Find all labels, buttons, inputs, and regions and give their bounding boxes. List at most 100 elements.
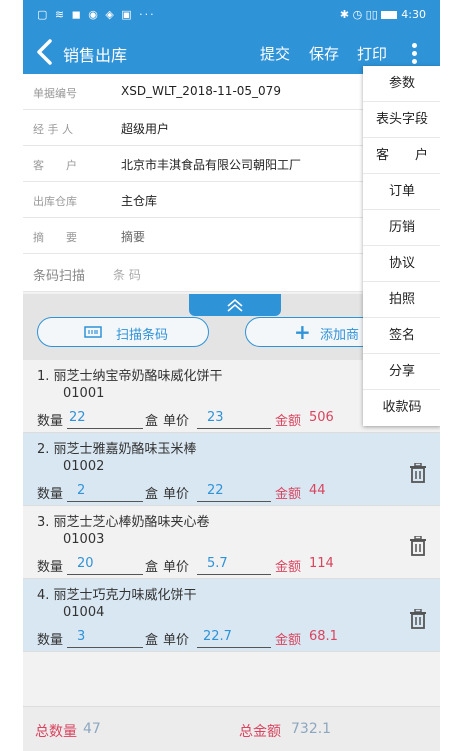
list-item[interactable]: 3. 丽芝士芝心棒奶酪味夹心卷 01003 数量 20 盒 单价 5.7 金额 … [23,506,440,579]
menu-item-header-fields[interactable]: 表头字段 [363,102,440,138]
back-arrow-icon[interactable] [33,38,57,66]
field-label: 单据编号 [33,87,77,100]
amount-label: 金额 [275,560,302,575]
qty-underline [67,574,143,575]
qty-label: 数量 [37,414,64,429]
add-product-label: 添加商 [320,328,360,343]
plus-icon: + [294,320,311,344]
qty-underline [67,501,143,502]
summary-input[interactable]: 摘要 [121,228,145,245]
list-item[interactable]: 2. 丽芝士雅嘉奶酪味玉米棒 01002 数量 2 盒 单价 22 金额 44 [23,433,440,506]
menu-item-customer[interactable]: 客 户 [363,138,440,174]
list-item[interactable]: 4. 丽芝士巧克力味威化饼干 01004 数量 3 盒 单价 22.7 金额 6… [23,579,440,652]
menu-item-params[interactable]: 参数 [363,66,440,102]
overflow-menu: 参数 表头字段 客 户 订单 历销 协议 拍照 签名 分享 收款码 [363,66,440,426]
amount-label: 金额 [275,414,302,429]
totals-bar: 总数量 47 总金额 732.1 [23,706,440,751]
qty-input[interactable]: 3 [77,629,85,644]
collapse-toggle[interactable] [189,294,281,316]
amount-value: 114 [309,556,334,571]
item-name: 2. 丽芝士雅嘉奶酪味玉米棒 [37,442,197,457]
amount-label: 金额 [275,487,302,502]
price-label: 单价 [163,560,190,575]
qty-label: 数量 [37,633,64,648]
total-qty-label: 总数量 [35,724,77,740]
total-amount-value: 732.1 [291,721,332,737]
item-code: 01002 [63,459,105,474]
menu-item-agreement[interactable]: 协议 [363,246,440,282]
price-underline [197,574,271,575]
qty-input[interactable]: 20 [77,556,94,571]
field-label: 经 手 人 [33,123,73,136]
page-title: 销售出库 [63,46,128,65]
warehouse-value: 主仓库 [121,194,158,208]
menu-item-share[interactable]: 分享 [363,354,440,390]
qty-input[interactable]: 2 [77,483,85,498]
price-underline [197,501,271,502]
qty-label: 数量 [37,487,64,502]
unit-label: 盒 [145,633,159,648]
item-name: 4. 丽芝士巧克力味威化饼干 [37,588,197,603]
item-qty-line: 数量 2 盒 单价 22 金额 44 [37,483,417,503]
delete-icon[interactable] [409,536,427,556]
more-menu-icon[interactable] [407,40,421,66]
field-label: 摘 要 [33,231,77,244]
price-label: 单价 [163,633,190,648]
qty-underline [67,428,143,429]
menu-item-photo[interactable]: 拍照 [363,282,440,318]
unit-label: 盒 [145,487,159,502]
status-time: 4:30 [401,8,426,21]
item-name: 1. 丽芝士纳宝帝奶酪味威化饼干 [37,369,223,384]
scan-barcode-button[interactable]: 扫描条码 [37,317,209,347]
field-label: 客 户 [33,159,77,172]
price-underline [197,647,271,648]
field-label: 出库仓库 [33,195,77,208]
chevron-up-icon [227,298,243,312]
item-name: 3. 丽芝士芝心棒奶酪味夹心卷 [37,515,210,530]
submit-button[interactable]: 提交 [260,43,290,64]
amount-value: 68.1 [309,629,338,644]
handler-value: 超级用户 [121,122,170,136]
item-code: 01004 [63,605,105,620]
amount-value: 506 [309,410,334,425]
print-button[interactable]: 打印 [357,43,387,64]
field-label: 条码扫描 [33,269,86,284]
status-bar: ▢ ≋ ◼ ◉ ◈ ▣ ··· ✱ ◷ ▯▯ 4:30 [23,0,440,30]
price-input[interactable]: 22 [207,483,224,498]
price-label: 单价 [163,487,190,502]
qty-input[interactable]: 22 [69,410,86,425]
menu-item-orders[interactable]: 订单 [363,174,440,210]
doc-number-value: XSD_WLT_2018-11-05_079 [121,84,281,98]
barcode-input[interactable]: 条 码 [113,266,141,283]
delete-icon[interactable] [409,463,427,483]
total-qty-value: 47 [83,721,101,737]
price-label: 单价 [163,414,190,429]
qty-underline [67,647,143,648]
status-right: ✱ ◷ ▯▯ 4:30 [340,8,426,21]
item-qty-line: 数量 3 盒 单价 22.7 金额 68.1 [37,629,417,649]
status-right-icons: ✱ ◷ ▯▯ [339,8,378,21]
item-qty-line: 数量 20 盒 单价 5.7 金额 114 [37,556,417,576]
menu-item-sales-history[interactable]: 历销 [363,210,440,246]
item-qty-line: 数量 22 盒 单价 23 金额 506 [37,410,417,430]
save-button[interactable]: 保存 [309,43,339,64]
battery-icon [381,11,398,19]
delete-icon[interactable] [409,609,427,629]
status-left-icons: ▢ ≋ ◼ ◉ ◈ ▣ ··· [37,8,156,21]
price-input[interactable]: 23 [207,410,224,425]
item-code: 01001 [63,386,105,401]
barcode-icon [84,326,102,338]
scan-barcode-label: 扫描条码 [116,328,169,343]
price-input[interactable]: 22.7 [203,629,232,644]
price-underline [197,428,271,429]
unit-label: 盒 [145,560,159,575]
qty-label: 数量 [37,560,64,575]
amount-label: 金额 [275,633,302,648]
price-input[interactable]: 5.7 [207,556,228,571]
amount-value: 44 [309,483,326,498]
menu-item-signature[interactable]: 签名 [363,318,440,354]
item-code: 01003 [63,532,105,547]
customer-value: 北京市丰淇食品有限公司朝阳工厂 [121,158,302,172]
menu-item-payment-code[interactable]: 收款码 [363,390,440,426]
unit-label: 盒 [145,414,159,429]
